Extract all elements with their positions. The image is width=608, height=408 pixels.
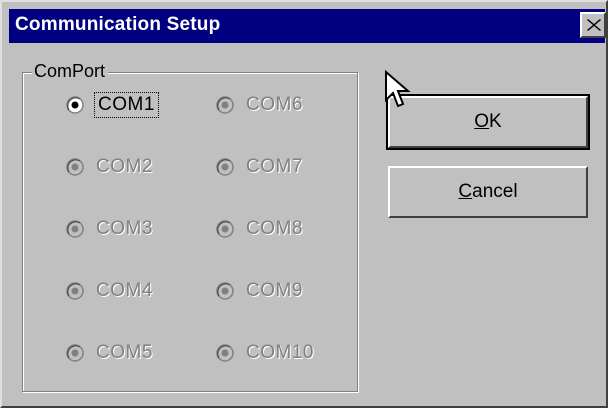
radio-button[interactable] — [66, 344, 84, 362]
ok-accel-letter: O — [474, 111, 490, 132]
radio-label: COM7 — [246, 156, 303, 177]
radio-button[interactable] — [66, 282, 84, 300]
radio-com2[interactable]: COM2 — [66, 152, 153, 182]
ok-label-rest: K — [489, 111, 502, 132]
radio-button[interactable] — [216, 158, 234, 176]
title-bar[interactable]: Communication Setup — [9, 9, 606, 43]
cancel-accel-letter: C — [458, 181, 473, 202]
radio-com1[interactable]: COM1 — [66, 90, 159, 120]
cancel-label-rest: ancel — [472, 181, 518, 202]
window-title: Communication Setup — [15, 14, 221, 35]
ok-button[interactable]: OK — [386, 94, 590, 150]
close-button[interactable] — [580, 12, 606, 38]
radio-label: COM4 — [96, 280, 153, 301]
radio-button[interactable] — [66, 158, 84, 176]
radio-button[interactable] — [216, 96, 234, 114]
radio-label: COM3 — [96, 218, 153, 239]
radio-button[interactable] — [216, 282, 234, 300]
radio-button[interactable] — [66, 220, 84, 238]
dialog-window: Communication Setup ComPort COM1 COM2 CO… — [0, 0, 608, 408]
radio-label: COM9 — [246, 280, 303, 301]
radio-label: COM5 — [96, 342, 153, 363]
radio-com10[interactable]: COM10 — [216, 338, 314, 368]
radio-com3[interactable]: COM3 — [66, 214, 153, 244]
cancel-button[interactable]: Cancel — [388, 166, 588, 218]
radio-label: COM6 — [246, 94, 303, 115]
radio-com5[interactable]: COM5 — [66, 338, 153, 368]
comport-group-label: ComPort — [32, 61, 109, 82]
radio-com8[interactable]: COM8 — [216, 214, 303, 244]
radio-label: COM1 — [94, 92, 159, 118]
radio-button[interactable] — [216, 220, 234, 238]
radio-label: COM10 — [246, 342, 314, 363]
radio-button[interactable] — [216, 344, 234, 362]
radio-com4[interactable]: COM4 — [66, 276, 153, 306]
radio-com9[interactable]: COM9 — [216, 276, 303, 306]
radio-button-selected[interactable] — [66, 96, 84, 114]
radio-com7[interactable]: COM7 — [216, 152, 303, 182]
close-icon — [587, 19, 601, 31]
radio-label: COM2 — [96, 156, 153, 177]
mouse-pointer-icon — [385, 70, 411, 108]
radio-label: COM8 — [246, 218, 303, 239]
radio-com6[interactable]: COM6 — [216, 90, 303, 120]
